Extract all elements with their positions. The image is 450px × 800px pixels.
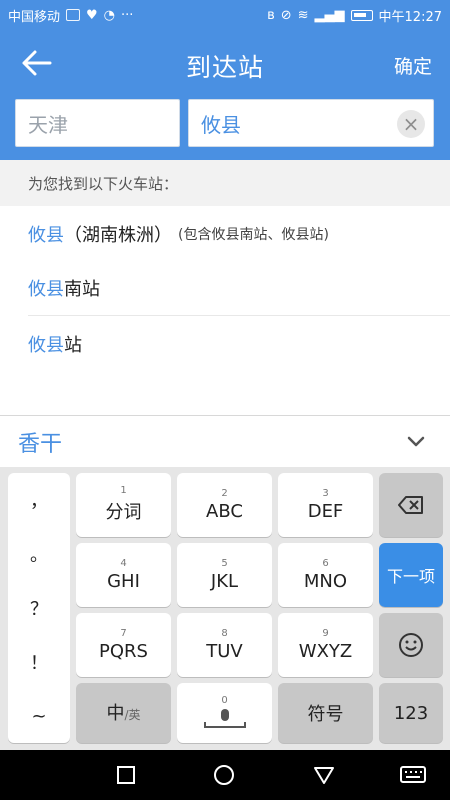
chat-icon: ◔ [103,7,116,23]
wifi-icon: ≋ [297,7,309,23]
key-3[interactable]: 3 DEF [278,473,373,537]
result-highlight: 攸县 [28,335,64,356]
result-highlight: 攸县 [28,279,64,300]
key-label: PQRS [99,640,148,662]
result-suffix: 南站 [64,279,100,300]
key-label: WXYZ [298,640,353,662]
punct-key[interactable]: ！ [8,635,70,689]
key-7[interactable]: 7 PQRS [76,613,171,677]
key-number: 2 [221,487,228,499]
key-number: 8 [221,627,228,639]
station-result[interactable]: 攸县 站 [0,316,450,372]
key-4[interactable]: 4 GHI [76,543,171,607]
key-label: DEF [307,500,344,522]
key-8[interactable]: 8 TUV [177,613,272,677]
next-item-button[interactable]: 下一项 [379,543,443,607]
carrier-label: 中国移动 [8,9,61,25]
station-result[interactable]: 攸县 南站 [0,260,450,316]
bluetooth-icon: ʙ [267,7,275,23]
symbols-key[interactable]: 符号 [278,683,373,743]
numeric-key[interactable]: 123 [379,683,443,743]
key-number: 0 [221,695,228,706]
ime-candidate-bar: 香干 [0,415,450,467]
status-bar: 中国移动 ♥ ◔ ··· ʙ ⊘ ≋ ▂▄▆ 中午12:27 [0,0,450,30]
key-label: 分词 [105,502,142,523]
arrival-station-field[interactable]: 攸县 × [188,99,434,147]
lang-main: 中 [106,703,125,724]
result-suffix: 站 [64,335,82,356]
key-label: TUV [206,640,243,662]
punct-key[interactable]: ？ [8,581,70,635]
key-number: 3 [322,487,329,499]
clock: 中午12:27 [378,9,442,25]
result-highlight: 攸县 [28,225,64,246]
results-hint: 为您找到以下火车站： [0,160,450,206]
key-5[interactable]: 5 JKL [177,543,272,607]
key-label: GHI [107,570,140,592]
confirm-button[interactable]: 确定 [394,52,432,79]
mute-icon: ⊘ [280,7,292,23]
key-number: 7 [120,627,127,639]
punct-key[interactable]: ~ [8,689,70,743]
key-6[interactable]: 6 MNO [278,543,373,607]
departure-station-field[interactable]: 天津 [15,99,180,147]
station-search-row: 天津 攸县 × [0,94,450,160]
punctuation-column: ， 。 ？ ！ ~ [8,473,70,743]
key-label: MNO [303,570,348,592]
back-triangle-icon[interactable] [313,764,335,786]
emoji-key[interactable] [379,613,443,677]
heart-icon: ♥ [86,7,98,23]
lang-alt: /英 [124,708,141,722]
app-header: 到达站 确定 [0,30,450,94]
punct-key[interactable]: ， [8,473,70,527]
hd-icon [66,9,81,21]
result-suffix: （湖南株洲） [64,225,172,246]
arrival-station-value: 攸县 [201,112,241,137]
keyboard-icon[interactable] [400,764,426,786]
ime-candidate[interactable]: 香干 [18,426,62,458]
key-label: ABC [206,500,243,522]
key-number: 4 [120,557,127,569]
key-1[interactable]: 1 分词 [76,473,171,537]
backspace-icon [398,496,423,514]
punct-key[interactable]: 。 [8,527,70,581]
recents-icon[interactable] [115,764,137,786]
result-note: (包含攸县南站、攸县站) [178,227,329,243]
more-icon: ··· [121,7,134,23]
key-2[interactable]: 2 ABC [177,473,272,537]
ime-keyboard: ， 。 ？ ！ ~ 1 分词 2 ABC 3 DEF 4 GHI 5 JKL 6… [0,467,450,750]
backspace-key[interactable] [379,473,443,537]
departure-station-value: 天津 [28,112,68,137]
smiley-icon [399,633,423,657]
key-number: 9 [322,627,329,639]
language-switch-key[interactable]: 中 /英 [76,683,171,743]
system-nav-bar [0,750,450,800]
key-number: 5 [221,557,228,569]
page-title: 到达站 [185,53,264,82]
battery-icon [350,9,373,21]
microphone-icon [203,709,246,728]
key-number: 6 [322,557,329,569]
key-number: 1 [120,485,127,496]
home-icon[interactable] [213,764,235,786]
key-9[interactable]: 9 WXYZ [278,613,373,677]
signal-icon: ▂▄▆ [314,7,345,23]
clear-icon[interactable]: × [397,110,425,138]
station-result[interactable]: 攸县 （湖南株洲） (包含攸县南站、攸县站) [0,206,450,262]
space-key[interactable]: 0 [177,683,272,743]
key-label: JKL [210,570,239,592]
chevron-down-icon[interactable] [404,431,428,451]
